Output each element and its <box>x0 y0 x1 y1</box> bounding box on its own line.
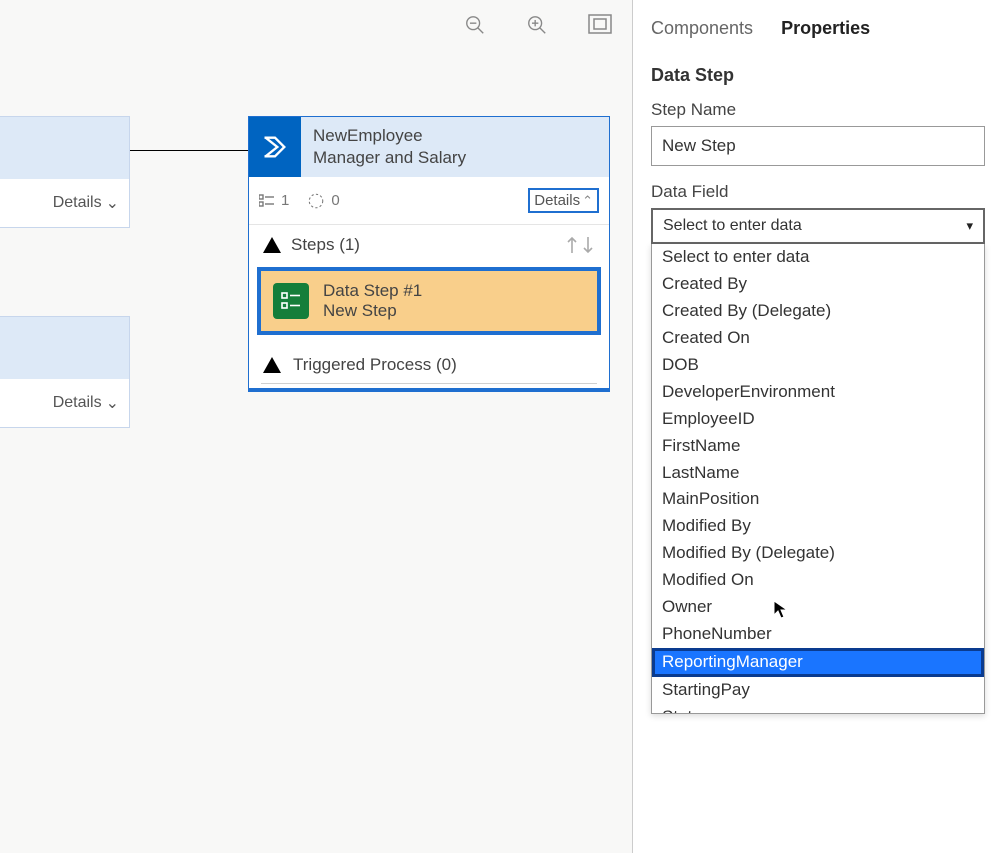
dropdown-option[interactable]: Created By (Delegate) <box>652 298 984 325</box>
chevron-down-icon: ⌄ <box>106 393 119 413</box>
fit-screen-icon[interactable] <box>588 14 612 41</box>
stage-icon <box>249 117 301 177</box>
dropdown-option[interactable]: EmployeeID <box>652 406 984 433</box>
tab-properties[interactable]: Properties <box>781 18 870 39</box>
dropdown-option[interactable]: Created On <box>652 325 984 352</box>
details-toggle[interactable]: Details <box>53 194 102 212</box>
details-toggle[interactable]: Details <box>53 394 102 412</box>
stage-node-partial-1[interactable]: Details⌄ <box>0 116 130 228</box>
stage-node-main[interactable]: NewEmployee Manager and Salary 1 0 Detai… <box>248 116 610 392</box>
chevron-up-icon: ⌃ <box>582 193 593 209</box>
stage-header: NewEmployee Manager and Salary <box>249 117 609 177</box>
properties-panel: Components Properties Data Step Step Nam… <box>633 0 1003 853</box>
dropdown-option[interactable]: Owner <box>652 594 984 621</box>
stage-title-line2: Manager and Salary <box>313 147 597 169</box>
canvas-toolbar <box>464 14 612 41</box>
dropdown-option[interactable]: DeveloperEnvironment <box>652 379 984 406</box>
dropdown-option[interactable]: MainPosition <box>652 486 984 513</box>
divider <box>261 383 597 384</box>
selection-accent <box>249 388 609 391</box>
steps-count: 1 <box>259 192 289 209</box>
dropdown-option[interactable]: LastName <box>652 460 984 487</box>
dropdown-option[interactable]: Modified By <box>652 513 984 540</box>
step-name-label: Step Name <box>651 100 985 120</box>
panel-tabs: Components Properties <box>651 18 985 39</box>
collapse-triangle-icon <box>263 357 281 373</box>
data-step-title: Data Step #1 <box>323 281 422 301</box>
reorder-arrows[interactable] <box>565 236 595 254</box>
stage-title-line1: NewEmployee <box>313 125 597 147</box>
dropdown-option[interactable]: Select to enter data <box>652 244 984 271</box>
tab-components[interactable]: Components <box>651 18 753 39</box>
dropdown-option[interactable]: Modified On <box>652 567 984 594</box>
data-field-select[interactable]: Select to enter data ▾ Select to enter d… <box>651 208 985 714</box>
connector-line <box>130 150 248 151</box>
dropdown-option[interactable]: Modified By (Delegate) <box>652 540 984 567</box>
stage-node-partial-2[interactable]: Details⌄ <box>0 316 130 428</box>
trigger-count: 0 <box>307 192 339 210</box>
data-field-label: Data Field <box>651 182 985 202</box>
section-title: Data Step <box>651 65 985 86</box>
select-current-value: Select to enter data <box>663 217 802 235</box>
chevron-down-icon: ⌄ <box>106 193 119 213</box>
data-step-subtitle: New Step <box>323 301 422 321</box>
chevron-down-icon: ▾ <box>966 218 973 234</box>
zoom-in-icon[interactable] <box>526 14 548 41</box>
data-step-icon <box>273 283 309 319</box>
dropdown-option[interactable]: StartingPay <box>652 677 984 704</box>
dropdown-option[interactable]: Created By <box>652 271 984 298</box>
dropdown-option[interactable]: DOB <box>652 352 984 379</box>
data-step-item[interactable]: Data Step #1 New Step <box>257 267 601 335</box>
canvas-area[interactable]: Details⌄ Details⌄ NewEmployee Manager an… <box>0 0 633 853</box>
zoom-out-icon[interactable] <box>464 14 486 41</box>
steps-section-header: Steps (1) <box>249 225 609 265</box>
step-name-input[interactable] <box>651 126 985 166</box>
triggered-process-header[interactable]: Triggered Process (0) <box>249 345 609 383</box>
collapse-triangle-icon[interactable] <box>263 237 281 253</box>
dropdown-option[interactable]: PhoneNumber <box>652 621 984 648</box>
dropdown-option[interactable]: Status <box>652 704 984 714</box>
stage-meta-row: 1 0 Details ⌃ <box>249 177 609 225</box>
data-field-dropdown[interactable]: Select to enter dataCreated ByCreated By… <box>651 244 985 714</box>
dropdown-option[interactable]: ReportingManager <box>652 648 984 677</box>
details-toggle-expanded[interactable]: Details ⌃ <box>528 188 599 213</box>
dropdown-option[interactable]: FirstName <box>652 433 984 460</box>
